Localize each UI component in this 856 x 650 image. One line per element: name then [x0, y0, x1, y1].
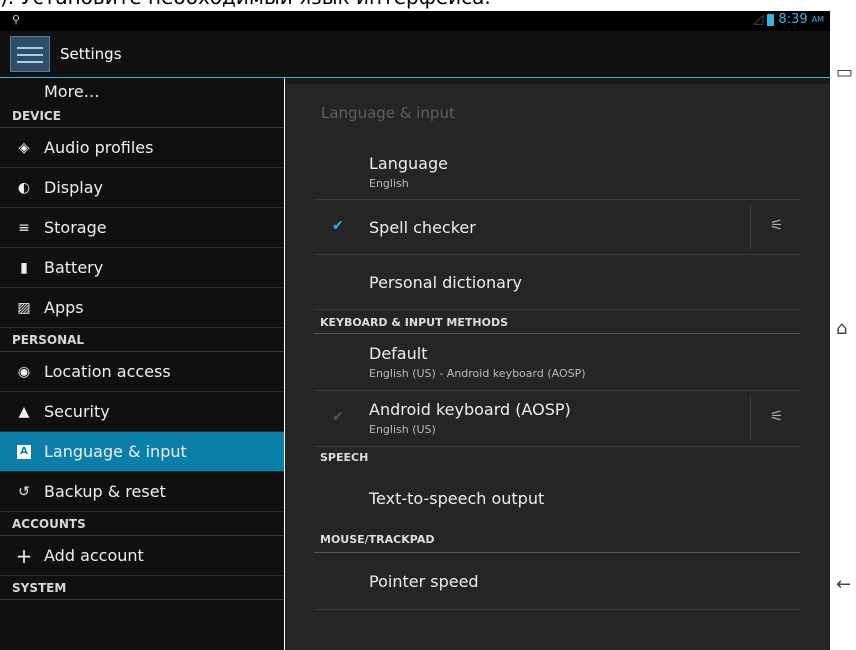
mouse-trackpad-header: MOUSE/TRACKPAD: [314, 533, 800, 553]
sidebar-item-label: Battery: [44, 258, 104, 277]
panel-title: Language & input: [321, 104, 455, 122]
android-keyboard-checkbox[interactable]: ✔: [332, 409, 344, 425]
row-subtitle: English (US) - Android keyboard (AOSP): [369, 367, 586, 380]
sidebar-item-label: Storage: [44, 218, 107, 237]
row-title: Text-to-speech output: [369, 489, 545, 508]
personal-dictionary-row[interactable]: Personal dictionary: [314, 255, 800, 310]
sidebar-item-label: Audio profiles: [44, 138, 154, 157]
battery-icon: ▮: [20, 259, 28, 276]
apps-icon: ▨: [17, 299, 31, 316]
sidebar-header-device: DEVICE: [0, 104, 284, 128]
sidebar-item-backup-reset[interactable]: ↺ Backup & reset: [0, 472, 284, 512]
tts-row[interactable]: Text-to-speech output: [314, 471, 800, 527]
display-icon: ◐: [17, 179, 31, 196]
sidebar-item-display[interactable]: ◐ Display: [0, 168, 284, 208]
sidebar-item-label: Location access: [44, 362, 171, 381]
home-icon[interactable]: ⌂: [836, 318, 847, 339]
speech-header: SPEECH: [320, 451, 369, 464]
sidebar-item-battery[interactable]: ▮ Battery: [0, 248, 284, 288]
sidebar-header-system: SYSTEM: [0, 576, 284, 600]
language-icon: A: [17, 444, 31, 459]
sidebar-item-label: Display: [44, 178, 103, 197]
android-keyboard-row[interactable]: ✔ Android keyboard (AOSP) English (US) ⚟: [314, 391, 800, 447]
settings-app-icon[interactable]: [10, 36, 50, 72]
recent-apps-icon[interactable]: ▭: [836, 62, 853, 83]
pointer-speed-row[interactable]: Pointer speed: [314, 554, 800, 610]
action-bar-title: Settings: [60, 45, 122, 63]
sidebar-item-audio-profiles[interactable]: ◈ Audio profiles: [0, 128, 284, 168]
signal-icon: ◿: [753, 12, 764, 27]
settings-sidebar: More… DEVICE ◈ Audio profiles ◐ Display ≡ S…: [0, 78, 284, 650]
sidebar-item-security[interactable]: ▲ Security: [0, 392, 284, 432]
backup-icon: ↺: [18, 483, 30, 500]
battery-status-icon: [767, 13, 775, 26]
navigation-bar: ▭ ⌂ ←: [830, 0, 856, 650]
lock-icon: ▲: [18, 403, 30, 420]
status-bar: ⚲ ◿ 8:39 AM: [0, 11, 830, 31]
spell-checker-row[interactable]: ✔ Spell checker ⚟: [314, 200, 800, 255]
keyboard-methods-header: KEYBOARD & INPUT METHODS: [314, 316, 800, 334]
clock-ampm: AM: [811, 15, 824, 24]
sidebar-item-label: Add account: [44, 546, 144, 565]
storage-icon: ≡: [18, 219, 30, 236]
spell-checker-checkbox[interactable]: ✔: [332, 218, 344, 234]
settings-sliders-icon[interactable]: ⚟: [770, 216, 783, 234]
row-subtitle: English (US): [369, 423, 436, 436]
sidebar-header-personal: PERSONAL: [0, 328, 284, 352]
row-title: Personal dictionary: [369, 273, 522, 292]
sidebar-item-label: Language & input: [44, 442, 187, 461]
row-title: Spell checker: [369, 218, 476, 237]
sidebar-item-location-access[interactable]: ◉ Location access: [0, 352, 284, 392]
sidebar-item-label: Backup & reset: [44, 482, 166, 501]
language-row[interactable]: Language English: [314, 144, 800, 200]
row-title: Pointer speed: [369, 572, 479, 591]
row-divider: [750, 205, 751, 249]
sidebar-item-label: More…: [44, 81, 100, 101]
row-subtitle: English: [369, 177, 409, 190]
default-method-row[interactable]: Default English (US) - Android keyboard …: [314, 335, 800, 391]
sidebar-item-more[interactable]: More…: [0, 78, 284, 104]
location-icon: ◉: [17, 363, 31, 380]
sidebar-item-apps[interactable]: ▨ Apps: [0, 288, 284, 328]
plus-icon: +: [15, 543, 33, 568]
language-input-panel: Language & input Language English ✔ Spel…: [285, 84, 830, 650]
sidebar-item-storage[interactable]: ≡ Storage: [0, 208, 284, 248]
sidebar-item-add-account[interactable]: + Add account: [0, 536, 284, 576]
sidebar-item-language-input[interactable]: A Language & input: [0, 432, 284, 472]
settings-sliders-icon[interactable]: ⚟: [770, 407, 783, 425]
sidebar-item-label: Apps: [44, 298, 84, 317]
row-title: Android keyboard (AOSP): [369, 400, 571, 419]
row-title: Language: [369, 154, 448, 173]
row-divider: [750, 396, 751, 440]
row-title: Default: [369, 344, 428, 363]
detail-pane: Language & input Language English ✔ Spel…: [285, 78, 830, 650]
sidebar-header-accounts: ACCOUNTS: [0, 512, 284, 536]
notification-icon: ⚲: [12, 13, 21, 26]
sidebar-item-label: Security: [44, 402, 110, 421]
action-bar: Settings: [0, 31, 830, 79]
back-icon[interactable]: ←: [836, 574, 851, 595]
clock: 8:39: [778, 12, 808, 27]
audio-icon: ◈: [18, 139, 30, 156]
